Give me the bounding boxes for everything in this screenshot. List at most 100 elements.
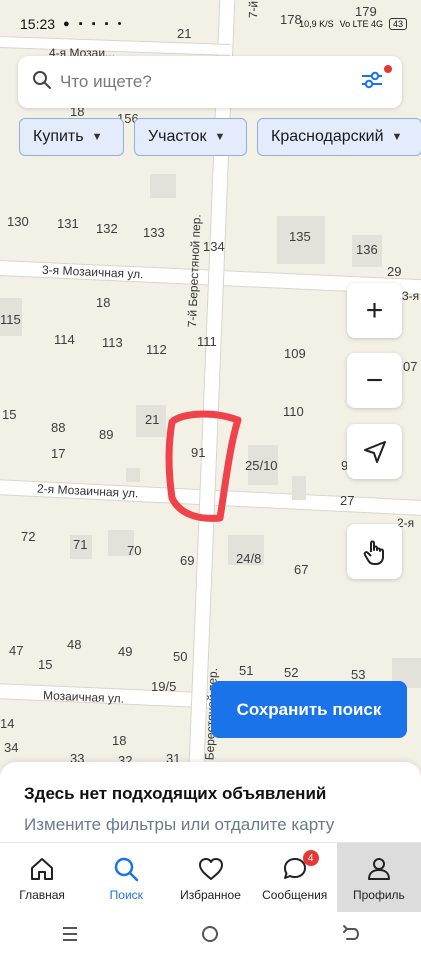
home-icon xyxy=(31,858,54,880)
street-label: 3-я xyxy=(402,289,420,303)
back-icon xyxy=(342,924,359,940)
plus-icon: + xyxy=(365,293,384,327)
chip-label: Краснодарский xyxy=(271,128,384,145)
building xyxy=(126,468,140,482)
tab-profile[interactable]: Профиль xyxy=(336,843,421,913)
status-right: 10,9 K/S Vo LTE 4G 43 xyxy=(299,18,407,30)
chevron-down-icon: ▼ xyxy=(91,131,103,143)
house-number: 27 xyxy=(340,493,355,508)
system-nav-bar xyxy=(0,912,421,960)
hand-pointer-icon xyxy=(363,540,384,565)
house-number: 134 xyxy=(203,239,225,254)
tab-favorites[interactable]: Избранное xyxy=(168,843,252,913)
zoom-in-button[interactable]: + xyxy=(347,283,402,338)
house-number: 17 xyxy=(51,446,66,461)
house-number: 24/8 xyxy=(236,551,262,566)
house-number: 110 xyxy=(283,404,304,419)
tab-label: Поиск xyxy=(109,888,143,902)
circle-icon xyxy=(202,925,219,942)
house-number: 19/5 xyxy=(151,679,177,694)
house-number: 130 xyxy=(7,214,29,229)
house-number: 88 xyxy=(51,420,66,435)
house-number: 136 xyxy=(356,242,378,257)
back-nav-button[interactable] xyxy=(341,924,361,949)
house-number: 48 xyxy=(67,637,82,652)
house-number: 111 xyxy=(197,334,217,349)
navigation-arrow-icon xyxy=(363,440,386,463)
house-number: 70 xyxy=(127,543,142,558)
house-number: 18 xyxy=(112,733,127,748)
house-number: 133 xyxy=(143,225,165,240)
results-sheet[interactable]: Здесь нет подходящих объявлений Измените… xyxy=(0,762,421,842)
save-search-button[interactable]: Сохранить поиск xyxy=(211,681,407,738)
filter-chips: Купить ▼ Участок ▼ Краснодарский ▼ xyxy=(19,118,421,156)
chip-label: Участок xyxy=(148,128,207,145)
unread-badge: 4 xyxy=(302,850,319,866)
menu-icon xyxy=(63,926,78,941)
house-number: 69 xyxy=(180,553,195,568)
house-number: 115 xyxy=(0,312,21,327)
house-number: 113 xyxy=(102,335,123,350)
tab-home[interactable]: Главная xyxy=(0,843,84,913)
heart-icon xyxy=(198,858,223,880)
chip-property-type[interactable]: Участок ▼ xyxy=(134,118,247,156)
house-number: 53 xyxy=(351,667,366,682)
home-nav-button[interactable] xyxy=(200,924,220,949)
notification-icons: ● ▪ ▪ ▪ • xyxy=(63,18,125,30)
my-location-button[interactable] xyxy=(347,424,402,479)
tab-search[interactable]: Поиск xyxy=(84,843,168,913)
status-time: 15:23 xyxy=(20,16,56,32)
building xyxy=(292,476,306,500)
house-number: 47 xyxy=(9,643,24,658)
draw-area-button[interactable] xyxy=(347,524,402,579)
tab-messages[interactable]: 4 Сообщения xyxy=(253,843,337,913)
chip-region[interactable]: Краснодарский ▼ xyxy=(257,118,421,156)
sliders-icon xyxy=(362,71,382,88)
house-number: 29 xyxy=(387,264,402,279)
zoom-out-button[interactable]: − xyxy=(347,353,402,408)
filter-active-dot xyxy=(384,64,392,73)
filter-settings-button[interactable] xyxy=(360,64,392,96)
search-icon xyxy=(32,70,54,95)
street-label: Мозаичная ул. xyxy=(42,688,125,706)
profile-icon xyxy=(367,858,390,880)
bottom-tab-bar: Главная Поиск Избранное 4 Сообщения Проф… xyxy=(0,842,421,913)
building xyxy=(150,174,176,198)
house-number: 34 xyxy=(4,740,19,755)
signal-indicator: Vo LTE 4G xyxy=(339,19,383,29)
status-bar: 15:23 ● ▪ ▪ ▪ • 10,9 K/S Vo LTE 4G 43 xyxy=(20,12,407,36)
search-icon xyxy=(115,857,139,882)
tab-label: Сообщения xyxy=(262,888,328,902)
empty-results-hint: Измените фильтры или отдалите карту xyxy=(24,815,335,834)
house-number: 131 xyxy=(57,216,79,231)
street-label: 7-й Берестяной пер. xyxy=(185,213,204,328)
house-number: 67 xyxy=(294,562,309,577)
annotation-mark xyxy=(165,410,242,522)
house-number: 15 xyxy=(2,407,17,422)
house-number: 109 xyxy=(284,346,306,361)
tab-label: Избранное xyxy=(180,888,241,902)
house-number: 14 xyxy=(0,716,15,731)
house-number: 114 xyxy=(54,332,75,347)
recent-apps-button[interactable] xyxy=(60,925,80,948)
house-number: 72 xyxy=(21,529,36,544)
house-number: 132 xyxy=(96,221,118,236)
chip-label: Купить xyxy=(33,128,84,145)
network-speed: 10,9 K/S xyxy=(299,19,334,29)
house-number: 07 xyxy=(403,359,418,374)
minus-icon: − xyxy=(365,363,384,397)
chevron-down-icon: ▼ xyxy=(391,131,403,143)
chip-deal-type[interactable]: Купить ▼ xyxy=(19,118,124,156)
search-input[interactable]: Что ищете? xyxy=(60,72,360,92)
house-number: 50 xyxy=(173,649,188,664)
house-number: 21 xyxy=(145,412,160,427)
empty-results-title: Здесь нет подходящих объявлений xyxy=(24,784,327,803)
house-number: 15 xyxy=(38,657,53,672)
house-number: 89 xyxy=(99,427,114,442)
tab-label: Профиль xyxy=(353,888,405,902)
search-bar[interactable]: Что ищете? xyxy=(18,56,402,108)
chevron-down-icon: ▼ xyxy=(214,131,226,143)
house-number: 71 xyxy=(73,537,88,552)
road-top-lane xyxy=(0,35,231,57)
house-number: 135 xyxy=(289,229,311,244)
